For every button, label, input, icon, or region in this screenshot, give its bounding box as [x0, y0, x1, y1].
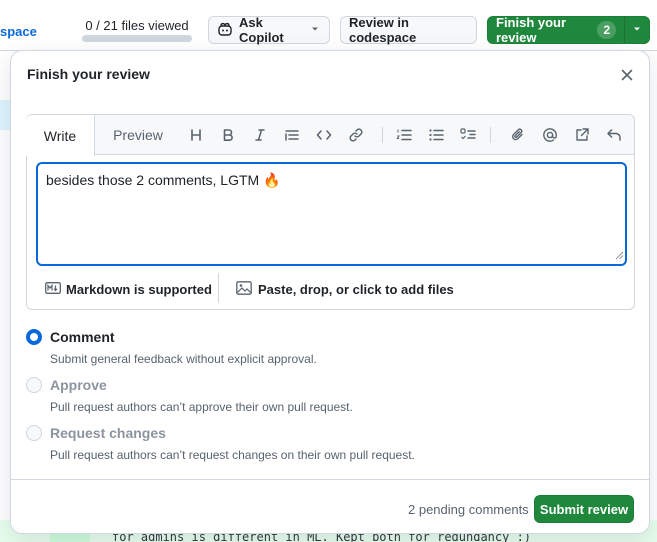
quote-icon[interactable]: [281, 124, 303, 146]
review-in-codespace-label: Review in codespace: [349, 15, 417, 45]
approve-radio: [26, 377, 42, 393]
option-label: Approve: [50, 377, 107, 393]
bold-icon[interactable]: [217, 124, 239, 146]
background-link[interactable]: space: [0, 24, 37, 39]
option-description: Pull request authors can’t approve their…: [50, 400, 353, 414]
footer-separator: [218, 273, 219, 303]
finish-review-button[interactable]: Finish your review 2: [487, 15, 650, 45]
button-divider: [624, 17, 625, 43]
task-list-icon[interactable]: [457, 124, 479, 146]
tab-write[interactable]: Write: [26, 115, 95, 156]
comment-editor: Write Preview besides those 2 comments, …: [26, 114, 635, 310]
ordered-list-icon[interactable]: [393, 124, 415, 146]
chevron-down-icon: [309, 23, 321, 38]
markdown-supported-label: Markdown is supported: [66, 281, 212, 297]
toolbar-separator: [490, 127, 491, 143]
finish-review-popover: Finish your review Write Preview besides…: [10, 50, 650, 534]
add-files-button[interactable]: Paste, drop, or click to add files: [236, 280, 454, 298]
code-icon[interactable]: [313, 124, 335, 146]
pending-count-badge: 2: [597, 21, 617, 39]
option-description: Submit general feedback without explicit…: [50, 352, 317, 366]
comment-radio[interactable]: [26, 329, 42, 345]
submit-review-button[interactable]: Submit review: [534, 495, 634, 523]
reference-icon[interactable]: [571, 124, 593, 146]
review-type-options: Comment Submit general feedback without …: [26, 327, 626, 471]
files-viewed-count: 0 / 21 files viewed: [85, 18, 189, 33]
image-icon: [236, 280, 252, 298]
close-icon[interactable]: [615, 63, 639, 87]
comment-textarea-value: besides those 2 comments, LGTM 🔥: [46, 172, 281, 188]
option-label: Request changes: [50, 425, 166, 441]
editor-toolbar: Write Preview: [26, 115, 634, 156]
finish-review-label: Finish your review: [496, 15, 567, 45]
copilot-icon: [217, 21, 233, 40]
option-comment[interactable]: Comment Submit general feedback without …: [26, 327, 626, 375]
resize-handle-icon[interactable]: [614, 247, 624, 263]
toolbar-separator: [382, 127, 383, 143]
markdown-icon: [45, 281, 61, 297]
italic-icon[interactable]: [249, 124, 271, 146]
comment-textarea[interactable]: besides those 2 comments, LGTM 🔥: [36, 162, 627, 266]
markdown-supported-link[interactable]: Markdown is supported: [45, 281, 212, 297]
unordered-list-icon[interactable]: [425, 124, 447, 146]
popover-footer: 2 pending comments Submit review: [11, 479, 649, 533]
popover-title: Finish your review: [27, 66, 150, 82]
request-changes-radio: [26, 425, 42, 441]
option-description: Pull request authors can’t request chang…: [50, 448, 415, 462]
attach-icon[interactable]: [507, 124, 529, 146]
tab-preview[interactable]: Preview: [99, 115, 177, 155]
add-files-label: Paste, drop, or click to add files: [258, 281, 454, 297]
option-approve: Approve Pull request authors can’t appro…: [26, 375, 626, 423]
mention-icon[interactable]: [539, 124, 561, 146]
files-viewed-progress: [82, 35, 192, 42]
option-request-changes: Request changes Pull request authors can…: [26, 423, 626, 471]
option-label: Comment: [50, 329, 115, 345]
ask-copilot-label: Ask Copilot: [239, 15, 284, 45]
pending-comments-count: 2 pending comments: [408, 502, 529, 517]
heading-icon[interactable]: [185, 124, 207, 146]
ask-copilot-button[interactable]: Ask Copilot: [208, 15, 330, 45]
link-icon[interactable]: [345, 124, 367, 146]
chevron-down-icon[interactable]: [631, 23, 643, 38]
undo-icon[interactable]: [603, 124, 625, 146]
review-in-codespace-button[interactable]: Review in codespace: [340, 15, 477, 45]
